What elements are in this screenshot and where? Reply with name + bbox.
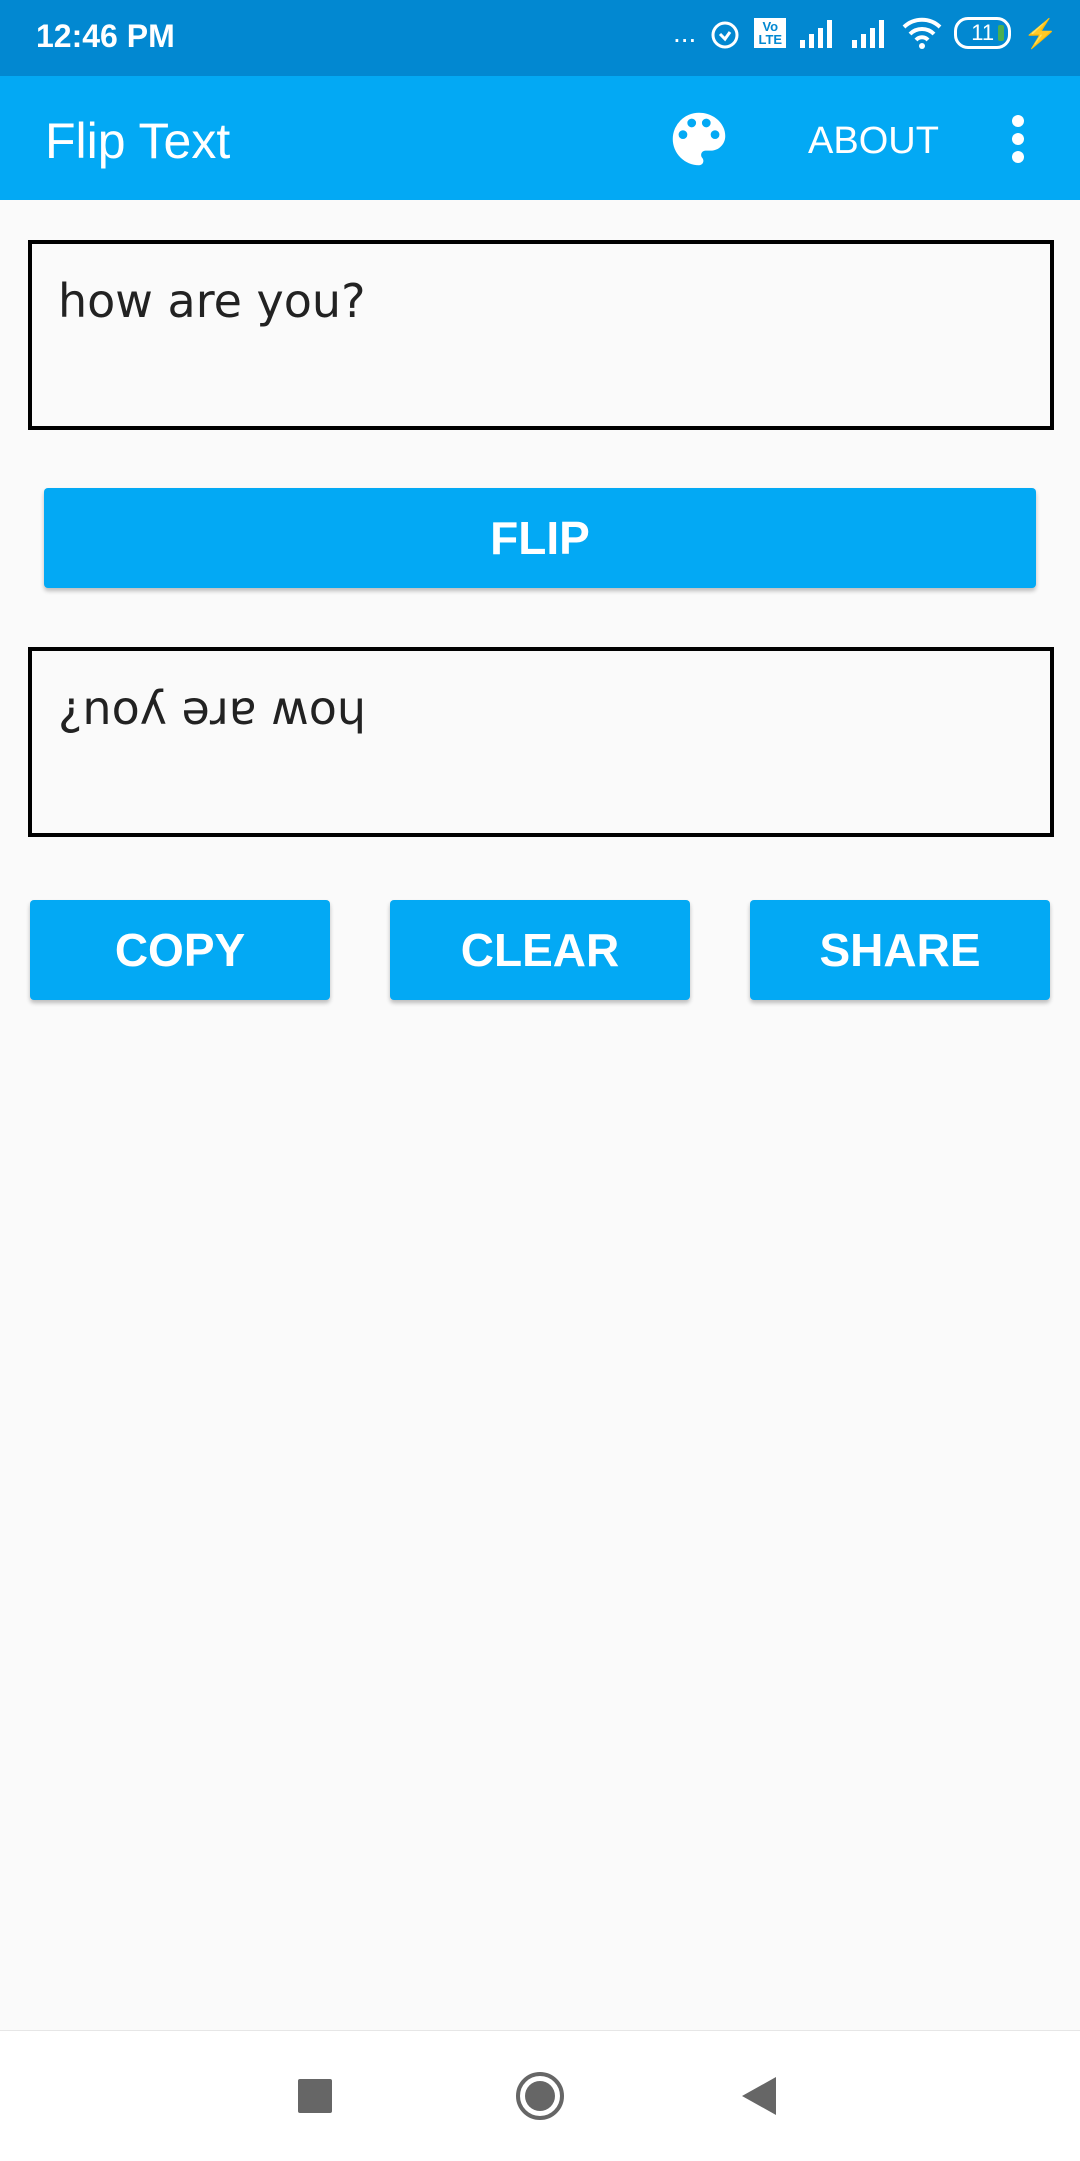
input-text: how are you? bbox=[58, 274, 366, 328]
app-title: Flip Text bbox=[45, 113, 231, 169]
copy-button[interactable]: COPY bbox=[30, 900, 330, 1000]
output-text-field[interactable]: ¿noʎ ǝɹɐ ʍoɥ bbox=[28, 647, 1054, 837]
recents-icon[interactable] bbox=[298, 2079, 332, 2113]
notification-dots-icon: ... bbox=[672, 17, 697, 48]
navigation-bar bbox=[0, 2030, 1080, 2161]
volte-icon: Vo LTE bbox=[754, 18, 787, 48]
signal-icon bbox=[800, 20, 833, 48]
about-button[interactable]: ABOUT bbox=[808, 120, 939, 163]
clear-button[interactable]: CLEAR bbox=[390, 900, 690, 1000]
palette-icon[interactable] bbox=[664, 104, 734, 174]
signal-icon-2 bbox=[852, 20, 885, 48]
status-bar: 12:46 PM ... Vo LTE 11 ⚡ bbox=[0, 0, 1080, 76]
back-icon[interactable] bbox=[742, 2077, 776, 2115]
status-time: 12:46 PM bbox=[36, 18, 175, 54]
share-button[interactable]: SHARE bbox=[750, 900, 1050, 1000]
battery-icon: 11 bbox=[954, 17, 1012, 49]
home-icon[interactable] bbox=[515, 2071, 565, 2121]
alarm-icon bbox=[711, 21, 739, 49]
charging-icon: ⚡ bbox=[1023, 17, 1058, 49]
flip-button[interactable]: FLIP bbox=[44, 488, 1036, 588]
wifi-icon bbox=[902, 17, 942, 49]
output-text: ¿noʎ ǝɹɐ ʍoɥ bbox=[58, 681, 367, 735]
input-text-field[interactable]: how are you? bbox=[28, 240, 1054, 430]
app-bar: Flip Text ABOUT bbox=[0, 76, 1080, 200]
more-vert-icon[interactable] bbox=[1006, 114, 1030, 164]
